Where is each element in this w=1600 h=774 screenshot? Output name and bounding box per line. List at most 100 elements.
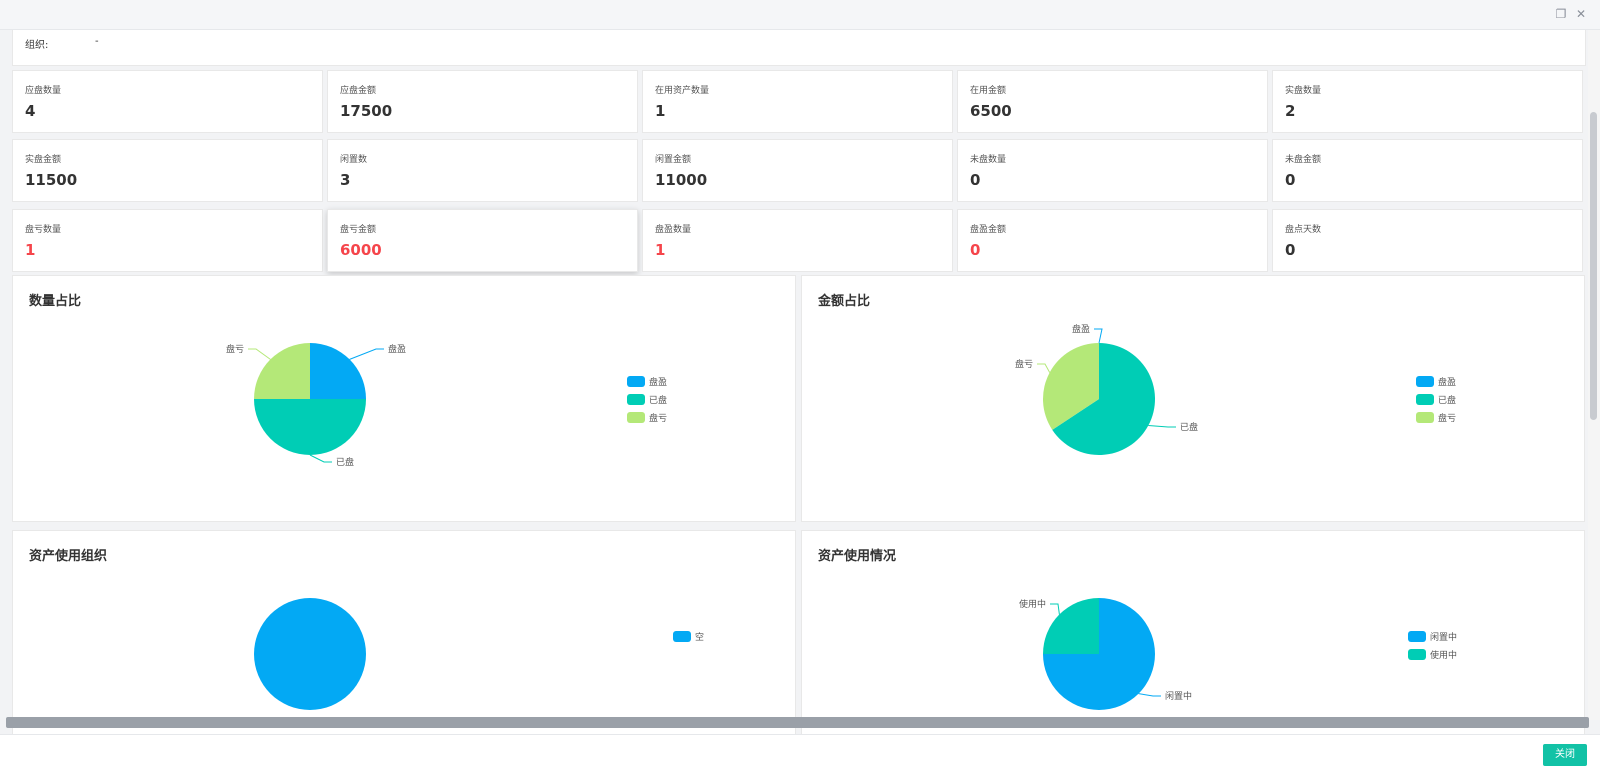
- stat-label: 未盘金额: [1285, 155, 1322, 165]
- stat-value: 2: [1285, 102, 1296, 120]
- legend-label: 盘亏: [1438, 413, 1457, 424]
- stat-card: 应盘金额 17500: [327, 70, 638, 133]
- pie-label-line: [1050, 603, 1060, 615]
- org-filter-bar: 组织: -: [12, 30, 1586, 66]
- stat-label: 盘点天数: [1285, 225, 1322, 235]
- pie-slice[interactable]: [310, 343, 366, 399]
- legend-item[interactable]: 空: [673, 627, 704, 645]
- stat-card: 未盘数量 0: [957, 139, 1268, 202]
- stat-label: 应盘数量: [25, 86, 62, 96]
- amount-ratio-panel: 金额占比 盘盈 已盘 盘亏 盘盈 已盘 盘亏: [801, 275, 1585, 522]
- stat-card: 实盘金额 11500: [12, 139, 323, 202]
- pie-label-line: [1094, 328, 1103, 344]
- legend-item[interactable]: 盘亏: [1416, 408, 1456, 426]
- stat-card: 在用资产数量 1: [642, 70, 953, 133]
- stat-value: 0: [1285, 241, 1296, 259]
- stat-value: 17500: [340, 102, 393, 120]
- stat-value: 1: [25, 241, 36, 259]
- pie-label-line: [349, 348, 384, 360]
- legend-swatch: [673, 630, 691, 642]
- stat-label: 盘亏金额: [340, 225, 377, 235]
- horizontal-scrollbar[interactable]: [6, 717, 1589, 728]
- stat-value: 3: [340, 171, 351, 189]
- chart-legend: 盘盈已盘盘亏: [627, 372, 667, 426]
- pie-label-line: [248, 348, 271, 360]
- stat-value: 11000: [655, 171, 708, 189]
- pie-chart: 闲置中 使用中: [1019, 598, 1192, 710]
- legend-label: 盘亏: [649, 413, 668, 424]
- stat-value: 0: [970, 171, 981, 189]
- dialog-titlebar: ❐ ✕: [0, 0, 1600, 30]
- stat-value: 1: [655, 241, 666, 259]
- stat-label: 盘亏数量: [25, 225, 62, 235]
- dialog-content: 组织: - 应盘数量 4 应盘金额 17500 在用资产数量 1 在用金额 6500 实盘数量 2…: [0, 30, 1600, 734]
- legend-item[interactable]: 闲置中: [1408, 627, 1457, 645]
- stat-label: 应盘金额: [340, 86, 377, 96]
- vertical-scrollbar-thumb[interactable]: [1590, 112, 1597, 420]
- pie-label-line: [309, 454, 332, 463]
- stat-card: 应盘数量 4: [12, 70, 323, 133]
- chart-legend: 闲置中使用中: [1408, 627, 1457, 663]
- stat-label: 在用资产数量: [655, 86, 710, 96]
- legend-item[interactable]: 盘盈: [627, 372, 667, 390]
- pie-slice[interactable]: [254, 399, 366, 455]
- asset-usage-panel: 资产使用情况 闲置中 使用中 闲置中 使用中: [801, 530, 1585, 734]
- restore-window-icon[interactable]: ❐: [1554, 7, 1568, 21]
- stat-card: 未盘金额 0: [1272, 139, 1583, 202]
- pie-label-line: [1148, 425, 1176, 428]
- pie-slice[interactable]: [1043, 598, 1099, 654]
- pie-label: 已盘: [336, 456, 354, 468]
- legend-label: 闲置中: [1430, 632, 1458, 643]
- pie-label: 闲置中: [1165, 690, 1192, 702]
- legend-swatch: [1416, 411, 1434, 423]
- quantity-ratio-panel: 数量占比 盘盈 已盘 盘亏 盘盈 已盘 盘亏: [12, 275, 796, 522]
- legend-label: 已盘: [649, 395, 668, 406]
- dialog-footer: 关闭: [0, 734, 1600, 774]
- legend-item[interactable]: 已盘: [627, 390, 667, 408]
- stat-value: 11500: [25, 171, 78, 189]
- stat-value: 1: [655, 102, 666, 120]
- pie-label-line: [1138, 693, 1161, 697]
- stat-card: 盘盈数量 1: [642, 209, 953, 272]
- stat-card: 盘点天数 0: [1272, 209, 1583, 272]
- legend-item[interactable]: 使用中: [1408, 645, 1457, 663]
- legend-swatch: [627, 375, 645, 387]
- close-icon[interactable]: ✕: [1574, 7, 1588, 21]
- legend-item[interactable]: 已盘: [1416, 390, 1456, 408]
- stat-label: 实盘金额: [25, 155, 62, 165]
- stat-value: 4: [25, 102, 36, 120]
- stat-label: 闲置金额: [655, 155, 692, 165]
- legend-swatch: [1408, 648, 1426, 660]
- stat-value: 0: [1285, 171, 1296, 189]
- stat-card: 盘亏数量 1: [12, 209, 323, 272]
- stat-value: 6500: [970, 102, 1012, 120]
- close-button[interactable]: 关闭: [1543, 744, 1587, 766]
- legend-swatch: [627, 411, 645, 423]
- stat-label: 盘盈数量: [655, 225, 692, 235]
- stat-card: 盘亏金额 6000: [327, 209, 638, 272]
- legend-item[interactable]: 盘盈: [1416, 372, 1456, 390]
- pie-label: 已盘: [1180, 421, 1198, 433]
- stat-card: 盘盈金额 0: [957, 209, 1268, 272]
- chart-legend: 盘盈 已盘盘亏: [1416, 372, 1456, 426]
- pie-chart: 盘盈已盘 盘亏: [1015, 323, 1198, 455]
- legend-swatch: [1416, 393, 1434, 405]
- pie-label: 盘亏: [226, 343, 244, 355]
- legend-label: 空: [695, 632, 705, 643]
- stat-label: 未盘数量: [970, 155, 1007, 165]
- pie-label: 盘盈: [1072, 323, 1090, 335]
- stat-label: 在用金额: [970, 86, 1007, 96]
- pie-label: 盘盈: [388, 343, 406, 355]
- pie-slice[interactable]: [254, 598, 366, 710]
- stat-value: 0: [970, 241, 981, 259]
- stat-label: 盘盈金额: [970, 225, 1007, 235]
- legend-swatch: [627, 393, 645, 405]
- legend-swatch: [1408, 630, 1426, 642]
- pie-slice[interactable]: [254, 343, 310, 399]
- stat-value: 6000: [340, 241, 382, 259]
- legend-item[interactable]: 盘亏: [627, 408, 667, 426]
- pie-label-line: [1037, 363, 1051, 373]
- pie-label: 盘亏: [1015, 358, 1033, 370]
- stat-label: 实盘数量: [1285, 86, 1322, 96]
- stat-card: 闲置数 3: [327, 139, 638, 202]
